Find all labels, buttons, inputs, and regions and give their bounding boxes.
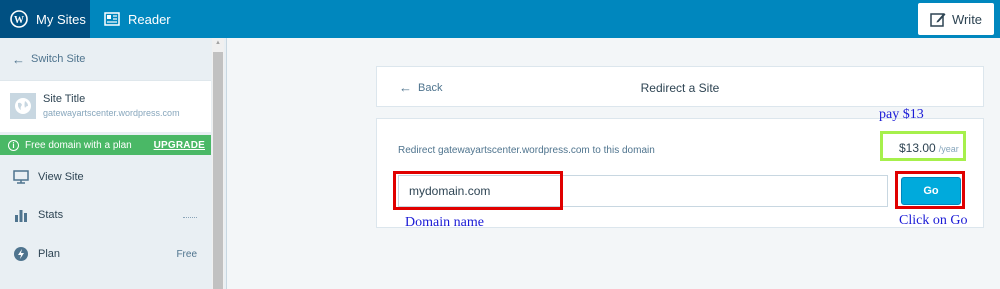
- scrollbar-thumb[interactable]: [213, 52, 223, 289]
- domain-highlight-box: [393, 171, 563, 210]
- info-icon: i: [8, 139, 19, 151]
- free-domain-notice: i Free domain with a plan UPGRADE: [0, 135, 211, 155]
- sidebar-item-plan[interactable]: Plan Free: [0, 236, 211, 272]
- site-title: Site Title: [43, 93, 86, 105]
- annotation-domain-name: Domain name: [405, 215, 484, 230]
- sidebar-item-view-site[interactable]: View Site: [0, 159, 211, 195]
- write-label: Write: [951, 11, 983, 27]
- sidebar-item-label: View Site: [38, 171, 84, 183]
- sidebar-item-label: Stats: [38, 209, 64, 221]
- sidebar-item-stats[interactable]: Stats: [0, 197, 211, 233]
- plan-icon: [12, 246, 30, 262]
- monitor-icon: [12, 170, 30, 184]
- annotation-pay: pay $13: [879, 107, 924, 122]
- arrow-left-icon: ←: [399, 80, 412, 95]
- arrow-left-icon: ←: [12, 51, 25, 67]
- back-button[interactable]: ← Back: [399, 67, 442, 108]
- current-site-card[interactable]: Site Title gatewayartscenter.wordpress.c…: [0, 80, 211, 132]
- write-button[interactable]: Write: [918, 3, 994, 35]
- redirect-header-card: Redirect a Site ← Back: [376, 66, 984, 107]
- stats-sparkline: [183, 217, 197, 218]
- reader-button[interactable]: Reader: [104, 0, 171, 38]
- plan-status: Free: [176, 248, 197, 260]
- globe-icon: [10, 93, 36, 119]
- redirect-description: Redirect gatewayartscenter.wordpress.com…: [398, 145, 655, 156]
- sidebar: ← Switch Site Site Title gatewayartscent…: [0, 38, 227, 289]
- page-title: Redirect a Site: [640, 80, 720, 95]
- wordpress-logo-icon: W: [10, 10, 28, 28]
- svg-text:W: W: [14, 15, 24, 26]
- site-url: gatewayartscenter.wordpress.com: [43, 108, 180, 118]
- notice-text: Free domain with a plan: [25, 139, 132, 151]
- upgrade-link[interactable]: UPGRADE: [154, 140, 205, 151]
- masterbar: W My Sites Reader Write: [0, 0, 1000, 38]
- back-label: Back: [418, 81, 443, 94]
- switch-site-button[interactable]: ← Switch Site: [0, 38, 211, 80]
- reader-icon: [104, 12, 120, 26]
- price-highlight-box: [880, 131, 966, 161]
- annotation-click-go: Click on Go: [899, 213, 968, 228]
- reader-label: Reader: [128, 11, 171, 27]
- my-sites-label: My Sites: [36, 11, 86, 27]
- switch-site-label: Switch Site: [31, 53, 86, 65]
- bar-chart-icon: [12, 208, 30, 222]
- sidebar-item-label: Plan: [38, 248, 61, 260]
- scroll-up-arrow-icon[interactable]: ▲: [213, 40, 223, 50]
- my-sites-button[interactable]: W My Sites: [0, 0, 90, 38]
- pencil-icon: [930, 11, 946, 27]
- go-highlight-box: [895, 171, 965, 209]
